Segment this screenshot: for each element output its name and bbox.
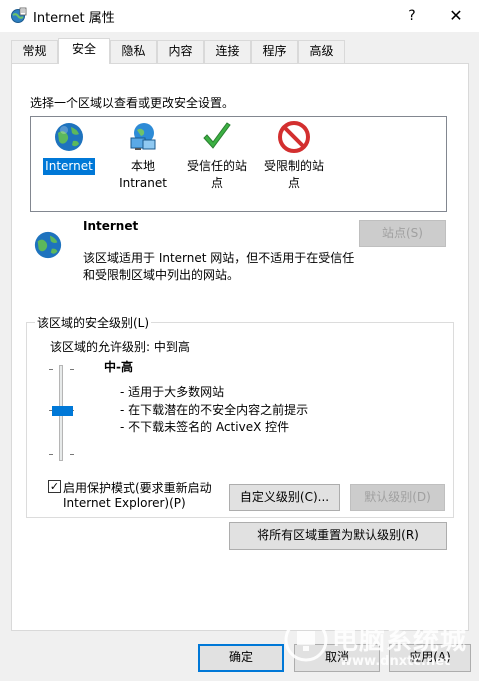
apply-button[interactable]: 应用(A) [389,644,471,672]
protected-mode-label-2: Internet Explorer)(P) [63,496,186,510]
tab-general[interactable]: 常规 [11,40,58,63]
title-bar: Internet 属性 ? ✕ [0,0,479,32]
allowed-levels-text: 该区域的允许级别: 中到高 [50,340,190,354]
window-title: Internet 属性 [33,11,115,26]
zone-trusted-sites[interactable]: 受信任的站 点 [181,121,253,192]
ok-button[interactable]: 确定 [198,644,284,672]
protected-mode-checkbox[interactable]: ✓ [48,480,61,493]
slider-tick [70,454,74,455]
selected-zone-desc-1: 该区域适用于 Internet 网站，但不适用于在受信任 [83,251,355,265]
zone-list: Internet 本地 Intranet 受信任的站 点 受限制的站 点 [30,116,447,212]
zone-internet-label: Internet [43,158,95,175]
tab-connections[interactable]: 连接 [204,40,251,63]
reset-all-zones-button[interactable]: 将所有区域重置为默认级别(R) [229,522,447,550]
tab-programs[interactable]: 程序 [251,40,298,63]
slider-tick [70,369,74,370]
selected-zone-desc-2: 和受限制区域中列出的网站。 [83,268,240,282]
help-button[interactable]: ? [398,2,426,30]
security-level-group-title: 该区域的安全级别(L) [35,314,152,331]
close-button[interactable]: ✕ [440,2,472,30]
tab-security[interactable]: 安全 [58,38,110,64]
zone-internet[interactable]: Internet [43,121,95,175]
sites-button[interactable]: 站点(S) [359,220,446,247]
globe-icon [55,123,83,151]
zone-intranet-label-2: Intranet [119,176,167,190]
custom-level-button[interactable]: 自定义级别(C)... [229,484,340,511]
zone-instruction: 选择一个区域以查看或更改安全设置。 [30,96,235,110]
zone-restricted-sites[interactable]: 受限制的站 点 [258,121,330,192]
selected-zone-title: Internet [83,219,139,233]
slider-tick [49,454,53,455]
zone-restricted-label-1: 受限制的站 [263,159,324,173]
default-level-button[interactable]: 默认级别(D) [350,484,445,511]
level-point-1: - 适用于大多数网站 [120,385,225,399]
tab-privacy[interactable]: 隐私 [110,40,157,63]
zone-restricted-label-2: 点 [287,176,300,190]
level-point-2: - 在下载潜在的不安全内容之前提示 [120,403,309,417]
tab-advanced[interactable]: 高级 [298,40,345,63]
restricted-icon [278,121,310,153]
slider-tick [49,369,53,370]
tab-content[interactable]: 内容 [157,40,204,63]
intranet-icon [130,123,156,150]
zone-trusted-label-1: 受信任的站 [186,159,247,173]
internet-options-icon [11,7,27,23]
security-level-slider-thumb[interactable] [52,406,73,416]
check-icon [203,122,231,149]
selected-zone-globe-icon [34,231,62,259]
security-panel: 选择一个区域以查看或更改安全设置。 Internet 本地 Intranet 受… [11,63,469,631]
zone-intranet-label-1: 本地 [130,159,155,173]
protected-mode-label-1: 启用保护模式(要求重新启动 [63,481,212,495]
cancel-button[interactable]: 取消 [294,644,380,672]
zone-trusted-label-2: 点 [210,176,223,190]
level-point-3: - 不下载未签名的 ActiveX 控件 [120,420,290,434]
zone-local-intranet[interactable]: 本地 Intranet [113,121,173,192]
security-level-name: 中-高 [104,360,133,374]
